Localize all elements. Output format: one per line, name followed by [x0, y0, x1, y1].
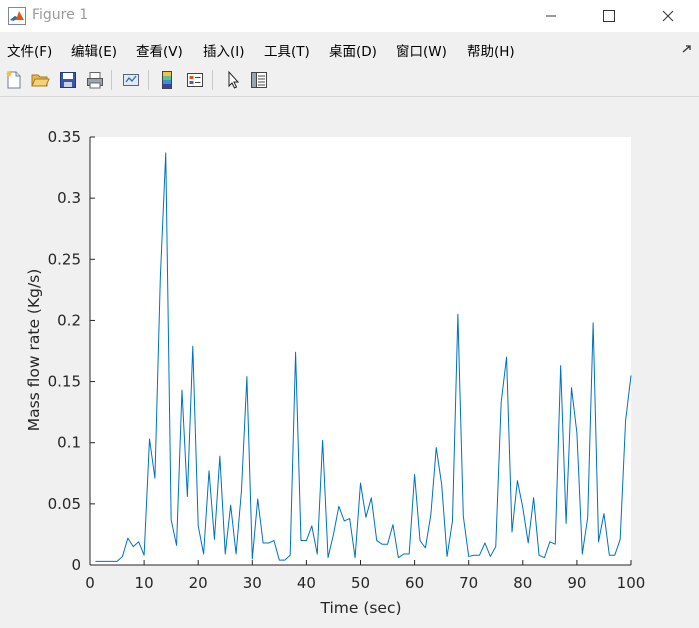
y-tick-label: 0.1	[57, 434, 81, 452]
menu-insert[interactable]: 插入(I)	[203, 40, 245, 60]
open-file-button[interactable]	[28, 68, 52, 92]
menu-tools[interactable]: 工具(T)	[264, 40, 310, 60]
x-tick-label: 0	[85, 574, 95, 592]
figure-canvas: 0 10 20 30 40 50 60 70 80 90 100 0 0.05 0.1 0.15 0.2 0.2…	[0, 97, 699, 624]
menu-file[interactable]: 文件(F)	[7, 40, 52, 60]
line-chart[interactable]: 0 10 20 30 40 50 60 70 80 90 100 0 0.05 0.1 0.15 0.2 0.2…	[0, 97, 699, 624]
print-button[interactable]	[83, 68, 107, 92]
y-tick-label: 0.35	[48, 128, 81, 146]
dock-arrow-icon[interactable]	[681, 44, 693, 54]
new-figure-button[interactable]	[2, 68, 26, 92]
y-tick-label: 0.15	[48, 373, 81, 391]
insert-legend-button[interactable]	[183, 68, 207, 92]
x-tick-label: 40	[297, 574, 316, 592]
close-button[interactable]	[645, 0, 691, 32]
x-tick-label: 60	[405, 574, 424, 592]
x-tick-label: 10	[135, 574, 154, 592]
property-inspector-button[interactable]	[247, 68, 271, 92]
title-bar: Figure 1	[0, 0, 699, 32]
insert-colorbar-icon	[162, 71, 172, 89]
pointer-icon	[228, 70, 240, 89]
toolbar	[0, 64, 699, 97]
save-icon	[60, 72, 76, 88]
menu-help[interactable]: 帮助(H)	[467, 40, 515, 60]
y-tick-label: 0.3	[57, 189, 81, 207]
toolbar-separator	[148, 70, 149, 90]
insert-colorbar-button[interactable]	[155, 68, 179, 92]
maximize-icon	[603, 10, 615, 22]
insert-legend-icon	[187, 73, 203, 87]
close-icon	[662, 10, 674, 22]
toolbar-separator	[212, 70, 213, 90]
link-plot-button[interactable]	[119, 68, 143, 92]
x-tick-label: 90	[567, 574, 586, 592]
x-tick-label: 50	[351, 574, 370, 592]
minimize-button[interactable]	[528, 0, 574, 32]
minimize-icon	[546, 15, 556, 17]
x-tick-label: 20	[189, 574, 208, 592]
save-button[interactable]	[56, 68, 80, 92]
y-tick-label: 0.05	[48, 495, 81, 513]
menu-window[interactable]: 窗口(W)	[396, 40, 447, 60]
new-figure-icon	[6, 71, 21, 89]
print-icon	[87, 72, 103, 89]
link-plot-icon	[123, 74, 139, 86]
y-axis-label: Mass flow rate (Kg/s)	[25, 269, 43, 432]
edit-plot-button[interactable]	[221, 68, 245, 92]
menu-view[interactable]: 查看(V)	[136, 40, 183, 60]
menu-edit[interactable]: 编辑(E)	[71, 40, 117, 60]
menu-bar: 文件(F) 编辑(E) 查看(V) 插入(I) 工具(T) 桌面(D) 窗口(W…	[0, 36, 699, 62]
x-tick-label: 30	[243, 574, 262, 592]
x-tick-label: 70	[459, 574, 478, 592]
menu-desktop[interactable]: 桌面(D)	[329, 40, 377, 60]
y-tick-label: 0.25	[48, 250, 81, 268]
window-title: Figure 1	[32, 7, 89, 23]
y-tick-label: 0.2	[57, 311, 81, 329]
x-tick-label: 100	[617, 574, 646, 592]
open-file-icon	[31, 74, 50, 87]
x-axis-label: Time (sec)	[319, 599, 401, 617]
property-inspector-icon	[251, 72, 267, 88]
maximize-button[interactable]	[586, 0, 632, 32]
toolbar-separator	[111, 70, 112, 90]
matlab-logo-icon	[8, 7, 26, 25]
y-tick-label: 0	[71, 556, 81, 574]
x-tick-label: 80	[513, 574, 532, 592]
